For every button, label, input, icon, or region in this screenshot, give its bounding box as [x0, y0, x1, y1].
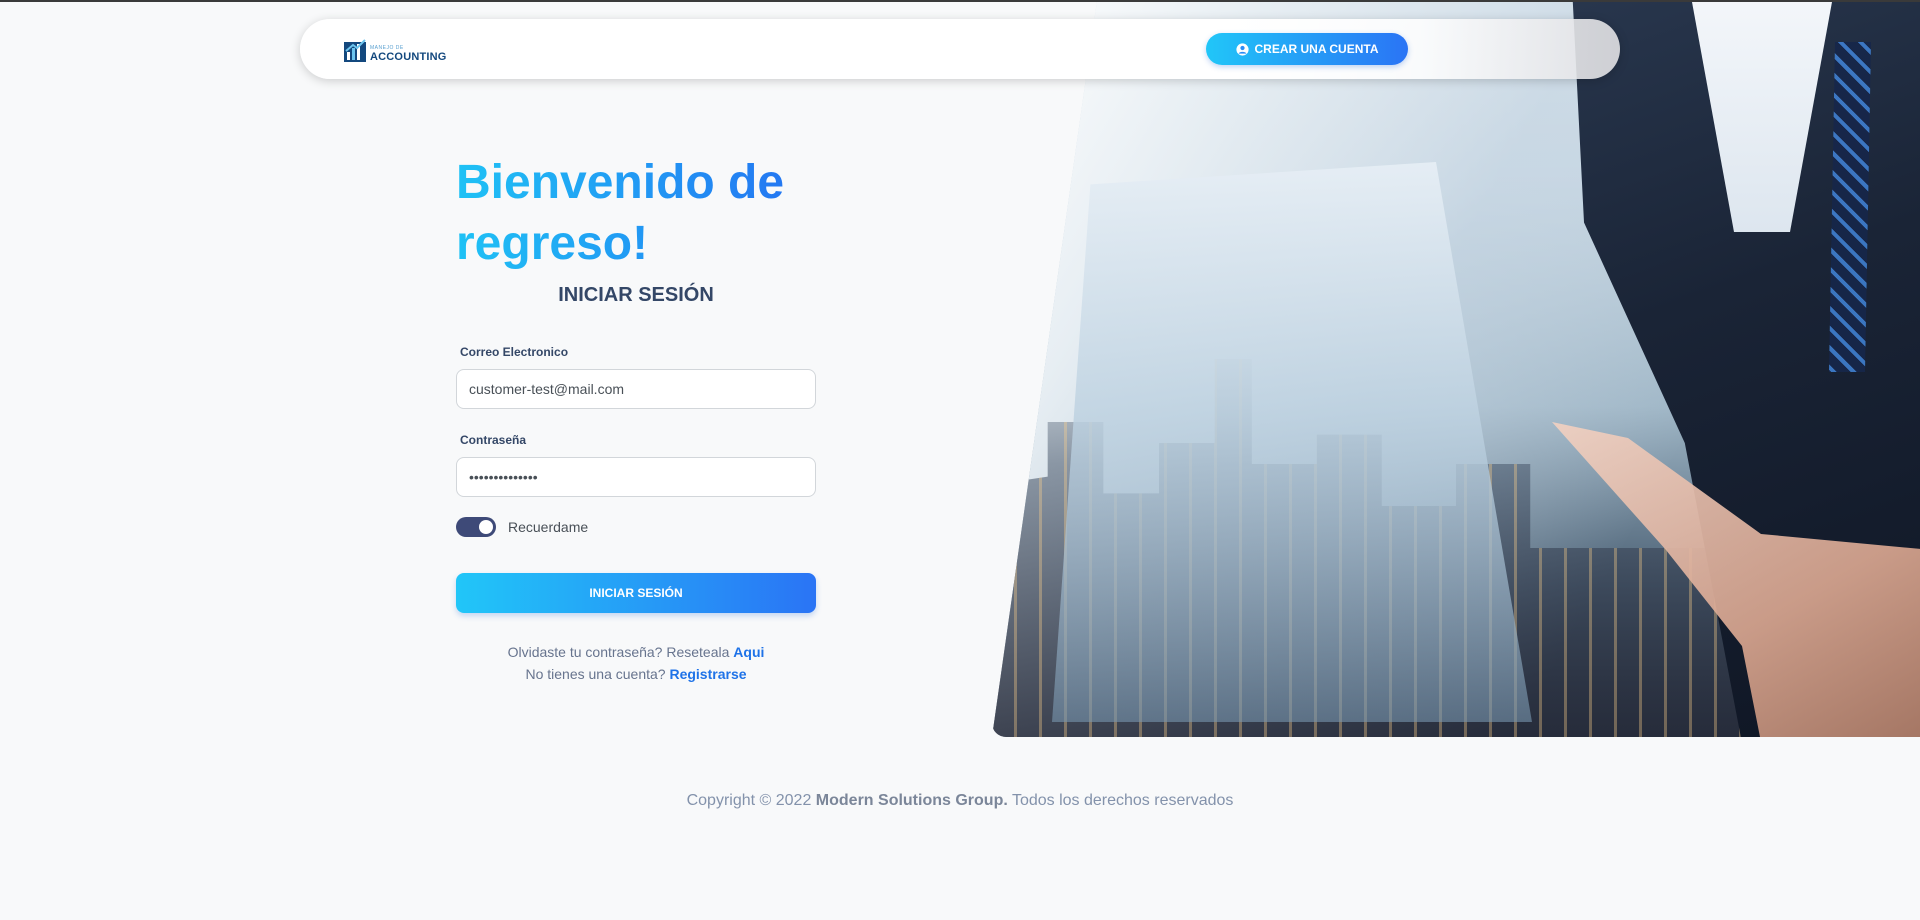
user-circle-icon [1235, 42, 1249, 56]
register-link[interactable]: Registrarse [669, 666, 746, 682]
toggle-knob [479, 520, 493, 534]
brand-logo-text: MANEJO DE ACCOUNTING [370, 46, 447, 63]
sign-in-button[interactable]: INICIAR SESIÓN [456, 573, 816, 613]
remember-me-label[interactable]: Recuerdame [508, 519, 588, 535]
brand-logo[interactable]: MANEJO DE ACCOUNTING [344, 37, 447, 63]
forgot-password-row: Olvidaste tu contraseña? Reseteala Aqui [456, 641, 816, 663]
password-label: Contraseña [460, 433, 527, 447]
page-footer: Copyright © 2022 Modern Solutions Group.… [0, 792, 1920, 810]
register-row: No tienes una cuenta? Registrarse [456, 663, 816, 685]
login-subtitle: INICIAR SESIÓN [558, 284, 714, 306]
copyright-suffix: Todos los derechos reservados [1011, 792, 1234, 809]
hero-background-image [992, 2, 1920, 737]
welcome-title: Bienvenido de regreso! [456, 152, 816, 274]
remember-me-row: Recuerdame [456, 517, 816, 537]
no-account-text: No tienes una cuenta? [525, 666, 666, 682]
copyright-prefix: Copyright © 2022 [686, 792, 812, 809]
create-account-button[interactable]: CREAR UNA CUENTA [1206, 33, 1408, 65]
password-field[interactable] [456, 457, 816, 497]
login-panel: Bienvenido de regreso! INICIAR SESIÓN Co… [456, 152, 816, 685]
email-field[interactable] [456, 369, 816, 409]
email-label: Correo Electronico [460, 345, 569, 359]
forgot-password-text: Olvidaste tu contraseña? Reseteala [507, 644, 730, 660]
create-account-label: CREAR UNA CUENTA [1254, 42, 1379, 56]
top-navbar: MANEJO DE ACCOUNTING CREAR UNA CUENTA [300, 19, 1620, 79]
company-name: Modern Solutions Group. [815, 792, 1008, 809]
brand-logo-name: ACCOUNTING [370, 51, 447, 63]
reset-password-link[interactable]: Aqui [733, 644, 764, 660]
auth-links: Olvidaste tu contraseña? Reseteala Aqui … [456, 641, 816, 685]
remember-me-toggle[interactable] [456, 517, 496, 537]
chart-building-icon [344, 39, 368, 63]
